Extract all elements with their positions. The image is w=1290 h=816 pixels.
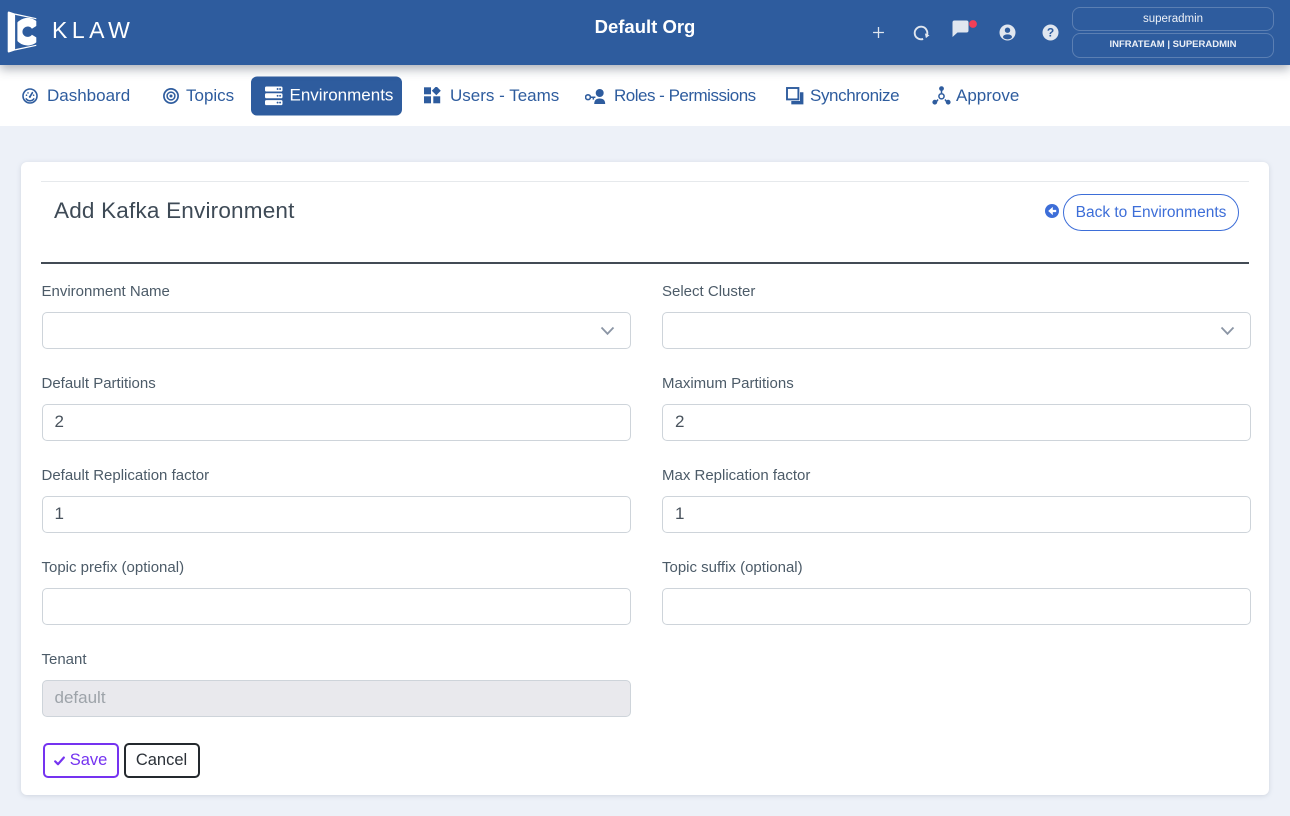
svg-text:?: ? (1046, 26, 1053, 40)
